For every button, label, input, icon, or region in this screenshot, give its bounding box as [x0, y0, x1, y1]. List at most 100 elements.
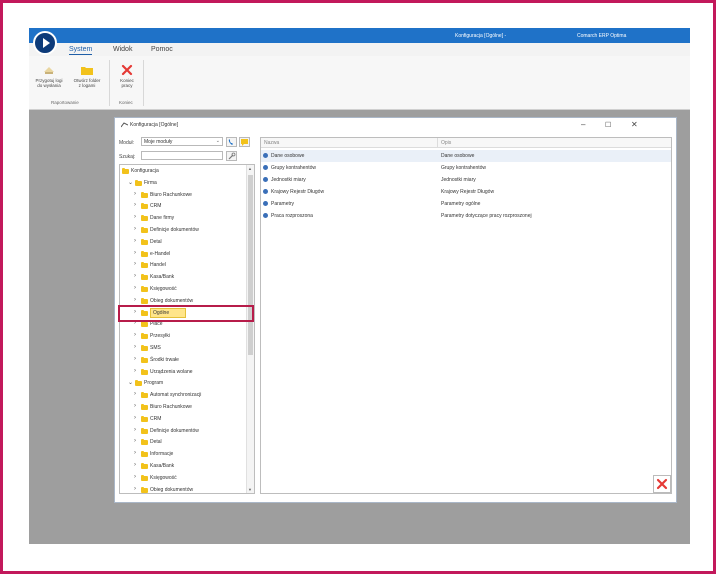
module-select-value: Moje moduły	[144, 139, 173, 145]
chevron-right-icon[interactable]: ›	[134, 297, 136, 303]
list-bullet-icon	[263, 189, 268, 194]
tree-item[interactable]: › Automat synchronizacji	[120, 390, 244, 401]
tree-item[interactable]: › Biuro Rachunkowe	[120, 402, 244, 413]
chevron-right-icon[interactable]: ›	[134, 285, 136, 291]
folder-icon	[141, 451, 148, 458]
chevron-right-icon[interactable]: ›	[134, 356, 136, 362]
tree-item[interactable]: › Informacje	[120, 449, 244, 460]
folder-icon	[141, 250, 148, 257]
menu-pomoc[interactable]: Pomoc	[151, 46, 173, 53]
open-logs-label-2: z logami	[78, 83, 96, 88]
table-row[interactable]: Dane osobowe Dane osobowe	[261, 150, 671, 162]
search-tool-button[interactable]	[226, 151, 237, 161]
tree-item[interactable]: ⌄ Firma	[120, 178, 244, 189]
chevron-right-icon[interactable]: ›	[134, 344, 136, 350]
config-tree[interactable]: Konfiguracja ⌄ Firma › Biuro Rachunkowe › CRM ›…	[119, 164, 255, 494]
maximize-button[interactable]: ☐	[605, 121, 611, 129]
end-work-label-2: pracy	[121, 83, 133, 88]
scroll-down-icon[interactable]: ▼	[248, 487, 252, 492]
chevron-right-icon[interactable]: ›	[134, 273, 136, 279]
tree-item[interactable]: › Obieg dokumentów	[120, 485, 244, 493]
tree-item[interactable]: › Handel	[120, 260, 244, 271]
chevron-right-icon[interactable]: ›	[134, 486, 136, 492]
tree-item-label: Biuro Rachunkowe	[150, 404, 192, 410]
chevron-right-icon[interactable]: ›	[134, 191, 136, 197]
list-bullet-icon	[263, 213, 268, 218]
chevron-right-icon[interactable]: ›	[134, 474, 136, 480]
chevron-right-icon[interactable]: ›	[134, 438, 136, 444]
phone-button[interactable]	[226, 137, 237, 147]
tree-item[interactable]: › Księgowość	[120, 473, 244, 484]
end-work-button[interactable]: Koniec pracy	[113, 64, 141, 88]
tree-item[interactable]: › Przesyłki	[120, 331, 244, 342]
config-icon	[121, 122, 128, 128]
table-row[interactable]: Jednostki miary Jednostki miary	[261, 174, 671, 186]
chevron-right-icon[interactable]: ›	[134, 450, 136, 456]
tree-item[interactable]: ⌄ Program	[120, 378, 244, 389]
dialog-close-x-button[interactable]	[653, 475, 671, 493]
folder-icon	[141, 356, 148, 363]
tree-scrollbar[interactable]: ▲ ▼	[246, 165, 254, 493]
tree-item[interactable]: Konfiguracja	[120, 166, 244, 177]
chevron-right-icon[interactable]: ›	[134, 391, 136, 397]
tree-item[interactable]: › Urządzenia wolane	[120, 367, 244, 378]
tree-item[interactable]: › Dane firmy	[120, 213, 244, 224]
minimize-button[interactable]: –	[581, 120, 585, 129]
folder-icon	[141, 463, 148, 469]
column-header-desc[interactable]: Opis	[441, 140, 451, 146]
tree-item[interactable]: › Księgowość	[120, 284, 244, 295]
chevron-right-icon[interactable]: ›	[134, 403, 136, 409]
chevron-right-icon[interactable]: ›	[134, 226, 136, 232]
chevron-right-icon[interactable]: ›	[134, 214, 136, 220]
module-select[interactable]: Moje moduły ⌄	[141, 137, 223, 146]
tree-item[interactable]: › CRM	[120, 414, 244, 425]
tree-item[interactable]: › Kasa/Bank	[120, 461, 244, 472]
chevron-down-icon[interactable]: ⌄	[128, 379, 133, 386]
tree-item[interactable]: › Kasa/Bank	[120, 272, 244, 283]
tree-item[interactable]: › Definicje dokumentów	[120, 426, 244, 437]
chevron-down-icon[interactable]: ⌄	[128, 179, 133, 186]
comment-button[interactable]	[239, 137, 250, 147]
chevron-right-icon[interactable]: ›	[134, 427, 136, 433]
tree-item[interactable]: › e-Handel	[120, 249, 244, 260]
chevron-right-icon[interactable]: ›	[134, 415, 136, 421]
open-logs-folder-button[interactable]: Otwórz folder z logami	[69, 64, 105, 88]
tree-item[interactable]: › Detal	[120, 237, 244, 248]
column-header-name[interactable]: Nazwa	[264, 140, 279, 146]
tree-item[interactable]: › Środki trwałe	[120, 355, 244, 366]
prepare-logs-button[interactable]: Przygotuj logi do wysłania	[31, 64, 67, 88]
chevron-right-icon[interactable]: ›	[134, 202, 136, 208]
menu-widok[interactable]: Widok	[113, 46, 132, 53]
table-row[interactable]: Parametry Parametry ogólne	[261, 198, 671, 210]
tree-item[interactable]: › Detal	[120, 437, 244, 448]
chevron-right-icon[interactable]: ›	[134, 368, 136, 374]
chevron-right-icon[interactable]: ›	[134, 332, 136, 338]
tree-item-label: CRM	[150, 415, 162, 422]
app-logo-icon[interactable]	[33, 31, 57, 55]
tree-item[interactable]: › Biuro Rachunkowe	[120, 190, 244, 201]
table-row[interactable]: Krajowy Rejestr Długów Krajowy Rejestr Dł…	[261, 186, 671, 198]
tree-item[interactable]: › Definicje dokumentów	[120, 225, 244, 236]
tree-item-label: Płace	[150, 321, 163, 328]
menu-system[interactable]: System	[69, 46, 93, 55]
chevron-right-icon[interactable]: ›	[134, 462, 136, 468]
tree-item[interactable]: › SMS	[120, 343, 244, 354]
table-row[interactable]: Grupy kontrahentów Grupy kontrahentów	[261, 162, 671, 174]
tree-item-label: Definicje dokumentów	[150, 227, 199, 233]
chevron-right-icon[interactable]: ›	[134, 238, 136, 244]
chevron-right-icon[interactable]: ›	[134, 261, 136, 267]
row-name: Jednostki miary	[271, 177, 306, 183]
tree-item-label: Księgowość	[150, 474, 177, 481]
chevron-down-icon: ⌄	[215, 138, 220, 144]
prepare-logs-label-2: do wysłania	[37, 83, 61, 88]
tree-item[interactable]: › CRM	[120, 201, 244, 212]
tree-item-label: Przesyłki	[150, 333, 171, 340]
scroll-up-icon[interactable]: ▲	[248, 166, 252, 171]
table-row[interactable]: Praca rozproszona Parametry dotyczące pra…	[261, 210, 671, 222]
scroll-thumb[interactable]	[248, 175, 253, 355]
details-grid: Nazwa Opis Dane osobowe Dane osobowe Grupy…	[260, 137, 672, 494]
chevron-right-icon[interactable]: ›	[134, 250, 136, 256]
group-label-raportowanie: Raportowanie	[51, 100, 79, 105]
search-input[interactable]	[141, 151, 223, 160]
dialog-close-button[interactable]: ✕	[631, 120, 638, 129]
